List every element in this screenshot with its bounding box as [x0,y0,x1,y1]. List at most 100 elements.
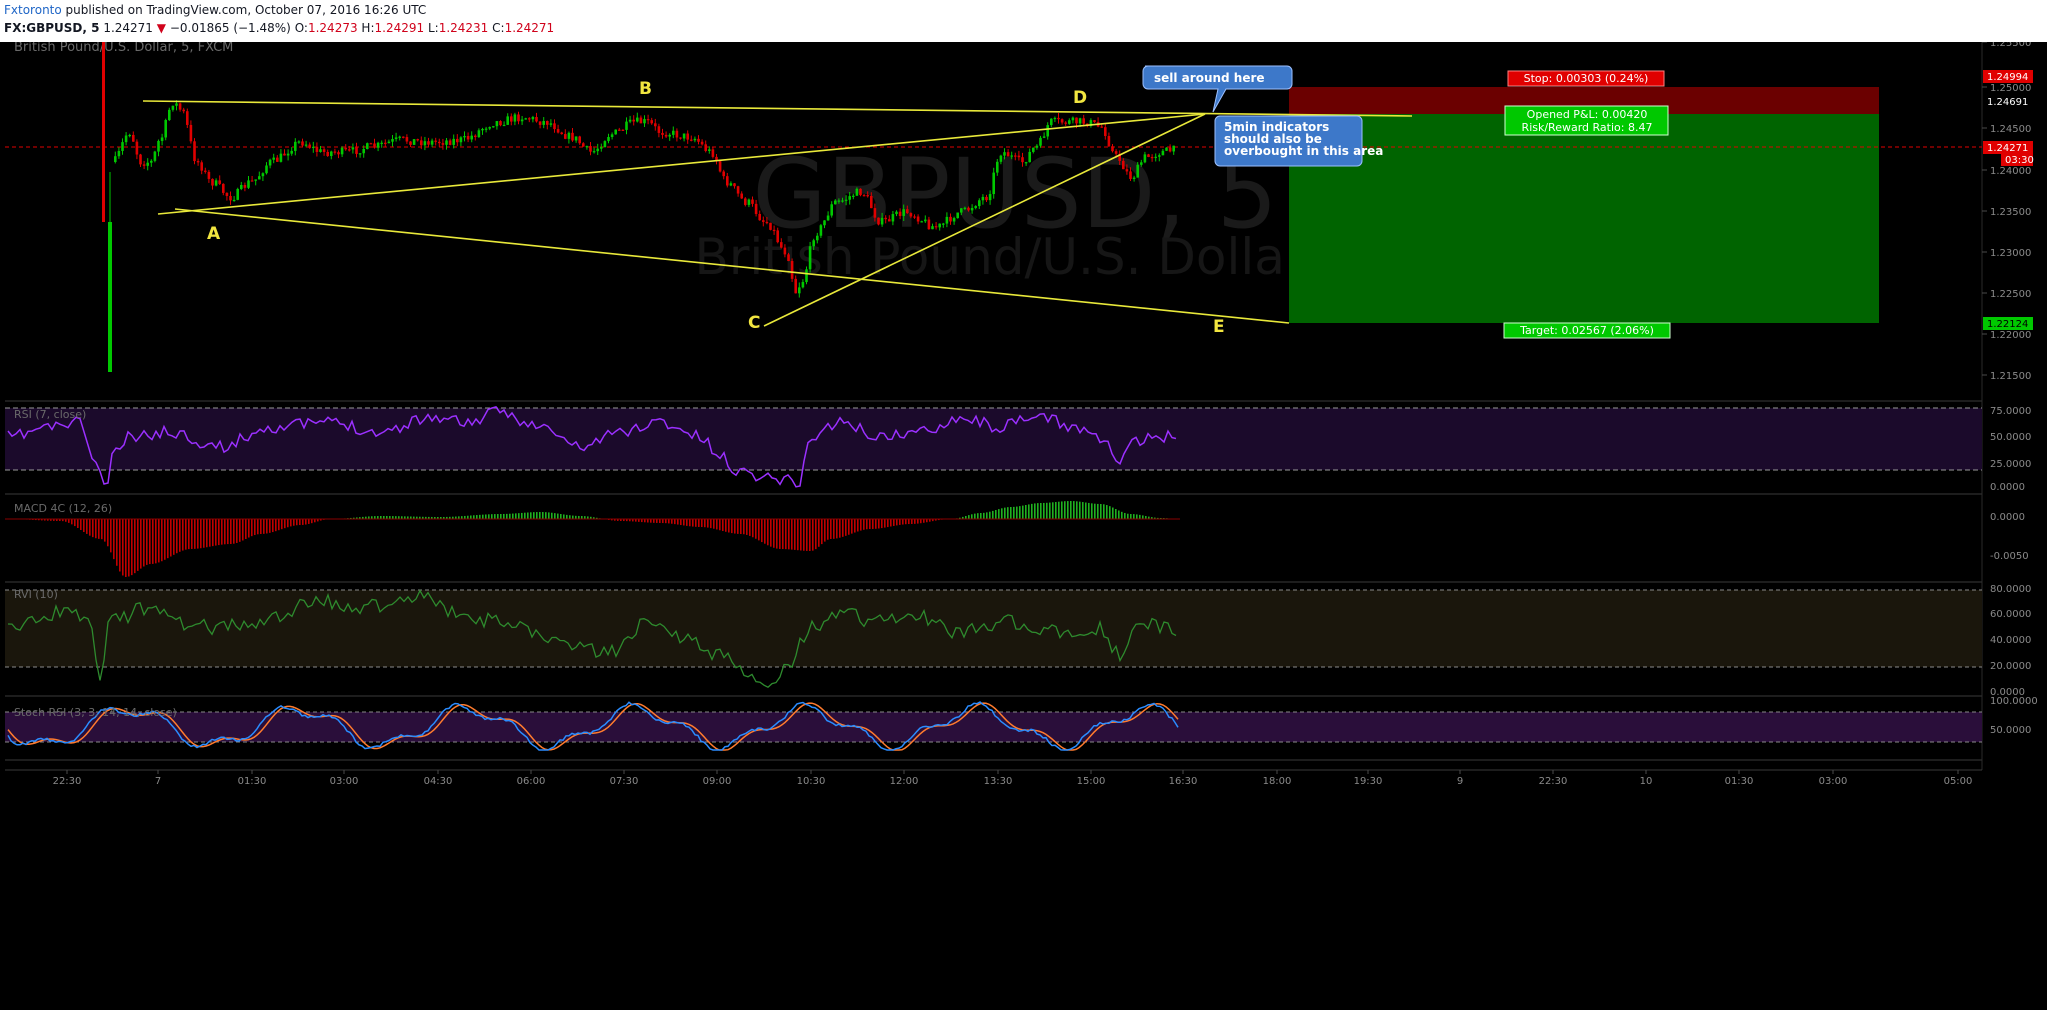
candle-bear [884,217,887,220]
candle-bear [1111,146,1114,152]
macd-bar-negative [128,519,130,577]
candle-bear [1014,155,1017,157]
candle-bear [870,196,873,209]
macd-bar-negative [149,519,151,565]
chart-canvas[interactable]: GBPUSD, 5 British Pound/U.S. Dollar Brit… [0,42,2047,1010]
candle-bull [1050,118,1053,126]
chart-area[interactable]: GBPUSD, 5 British Pound/U.S. Dollar Brit… [0,42,2047,1010]
macd-bar-positive [1136,514,1138,519]
macd-bar-negative [887,519,889,528]
candle-bull [668,134,671,137]
candle-bear [499,121,502,126]
high-value: 1.24291 [374,21,425,35]
macd-bar-positive [524,512,526,519]
macd-bar-negative [815,519,817,550]
macd-bar-positive [1073,501,1075,519]
candle-bear [564,134,567,139]
candle-bull [823,220,826,226]
macd-pane[interactable]: MACD 4C (12, 26) [5,501,1180,577]
candle-bear [139,154,142,165]
publish-line: Fxtoronto published on TradingView.com, … [4,3,426,21]
stop-label: Stop: 0.00303 (0.24%) [1524,72,1649,85]
macd-bar-negative [281,519,283,530]
candle-bull [1028,151,1031,163]
candle-bear [369,143,373,145]
candle-bear [218,180,221,184]
rsi-pane[interactable]: RSI (7, close) [5,406,1982,488]
candle-bear [222,183,225,193]
price-tick-label: 1.24000 [1990,166,2031,177]
macd-bar-negative [803,519,805,551]
macd-bar-negative [701,519,703,528]
macd-bar-negative [713,519,715,529]
candle-bull [506,116,509,125]
candle-bull [682,133,686,139]
macd-bar-negative [767,519,769,546]
macd-bar-negative [728,519,730,533]
callout-indicators[interactable]: 5min indicators should also be overbought … [1214,115,1383,167]
time-tick-label: 03:00 [1819,776,1848,787]
time-axis-bg [0,770,2047,1010]
callout-sell[interactable]: sell around here [1142,65,1293,113]
macd-bar-positive [512,513,514,519]
candle-bull [924,219,927,222]
candle-bear [1107,136,1111,147]
candle-bull [891,214,895,222]
candle-bull [304,144,308,146]
stoch-pane[interactable]: Stoch RSI (3, 3, 14, 14, close) [5,701,1982,751]
time-tick-label: 01:30 [1725,776,1754,787]
candle-bull [1161,150,1165,156]
macd-bar-positive [995,510,997,519]
macd-bar-positive [557,513,559,519]
publish-info: published on TradingView.com, October 07… [65,3,427,17]
candle-bear [859,188,862,196]
macd-bar-negative [170,519,172,557]
candle-bull [128,134,131,137]
candle-bull [542,121,545,125]
candle-bear [337,152,340,155]
candle-bear [967,207,970,211]
macd-bar-negative [890,519,892,527]
macd-bar-negative [131,519,133,576]
rvi-pane[interactable]: RVI (10) [5,588,1982,688]
macd-bar-negative [875,519,877,529]
macd-bar-negative [698,519,700,527]
macd-bar-negative [863,519,865,530]
macd-bar-negative [173,519,175,555]
macd-bar-negative [245,519,247,539]
candle-bull [1071,117,1075,121]
macd-bar-negative [227,519,229,545]
macd-bar-negative [695,519,697,527]
macd-bar-positive [1067,501,1069,519]
candle-bear [754,203,758,214]
macd-bar-positive [1004,507,1006,519]
macd-bar-positive [1034,503,1036,519]
macd-bar-positive [503,513,505,519]
macd-bar-negative [878,519,880,529]
macd-bar-positive [509,513,511,519]
candle-bull [672,130,675,135]
time-tick-label: 22:30 [1539,776,1568,787]
candle-bear [384,142,387,144]
macd-bar-positive [1019,506,1021,519]
macd-bar-negative [659,519,661,523]
candle-bull [121,142,124,151]
candle-bear [348,149,351,151]
author-link[interactable]: Fxtoronto [4,3,62,17]
candle-bear [873,208,877,218]
candle-bull [380,142,383,144]
macd-bar-negative [203,519,205,548]
candle-bear [535,116,538,122]
candle-bear [1125,169,1129,172]
macd-bar-negative [881,519,883,529]
macd-bar-negative [764,519,766,544]
candle-bear [718,161,722,172]
time-tick-label: 9 [1457,776,1463,787]
price-axis[interactable]: 1.25500 1.25000 1.24500 1.24000 1.23500 1.230… [1982,42,2031,382]
candle-bear [1122,160,1125,170]
macd-bar-negative [146,519,148,565]
time-tick-label: 12:00 [890,776,919,787]
rsi-tick-label: 75.0000 [1990,406,2031,417]
candle-bull [960,208,963,213]
macd-bar-negative [134,519,136,574]
